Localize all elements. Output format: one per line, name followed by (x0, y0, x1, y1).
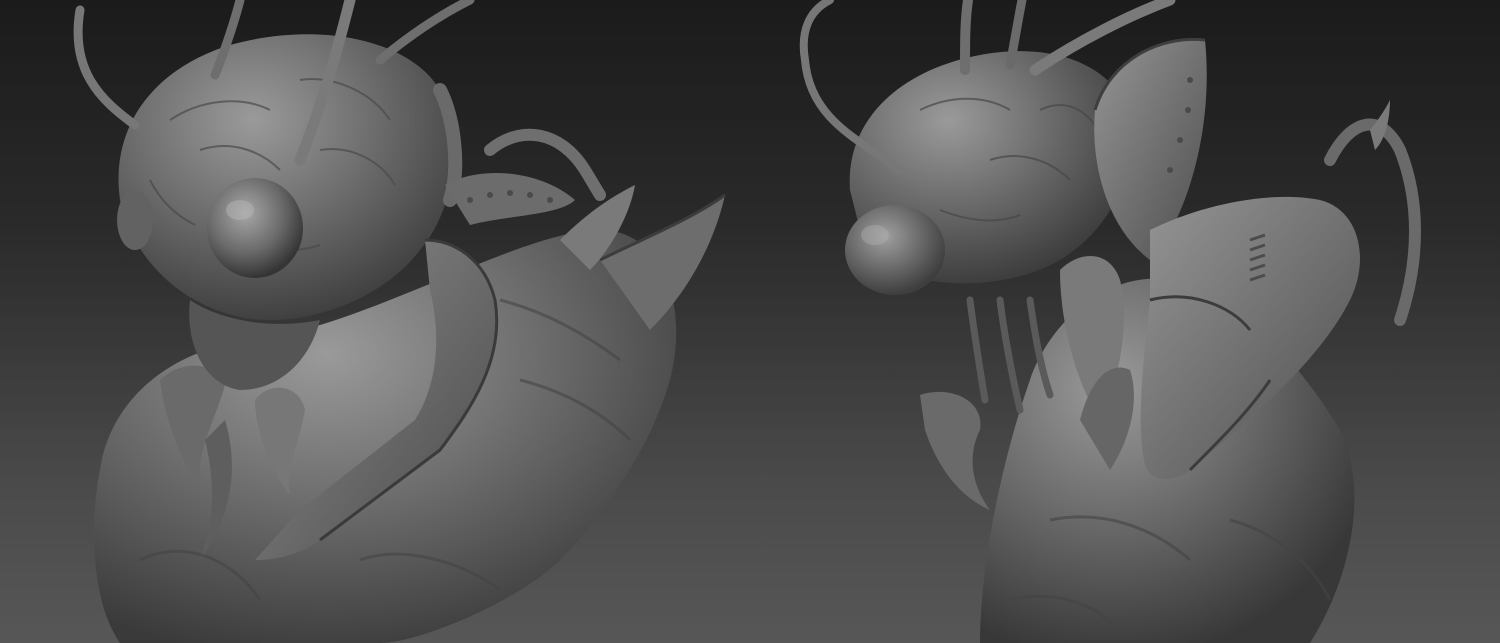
antenna-1-left (73, 5, 140, 130)
antenna-4-left (375, 0, 475, 65)
right-render-panel (750, 0, 1500, 643)
head-left (118, 34, 454, 320)
creature-sculpt-right (799, 0, 1421, 643)
eye-right (845, 205, 945, 295)
creature-sculpt-left (73, 0, 726, 643)
mandible-right (920, 391, 990, 510)
left-render-panel (0, 0, 750, 643)
eye-left (207, 178, 303, 278)
antenna-2-right (960, 0, 973, 75)
armor-dome-left (445, 173, 575, 225)
render-frame (0, 0, 1500, 643)
eye-far-left (117, 190, 153, 250)
